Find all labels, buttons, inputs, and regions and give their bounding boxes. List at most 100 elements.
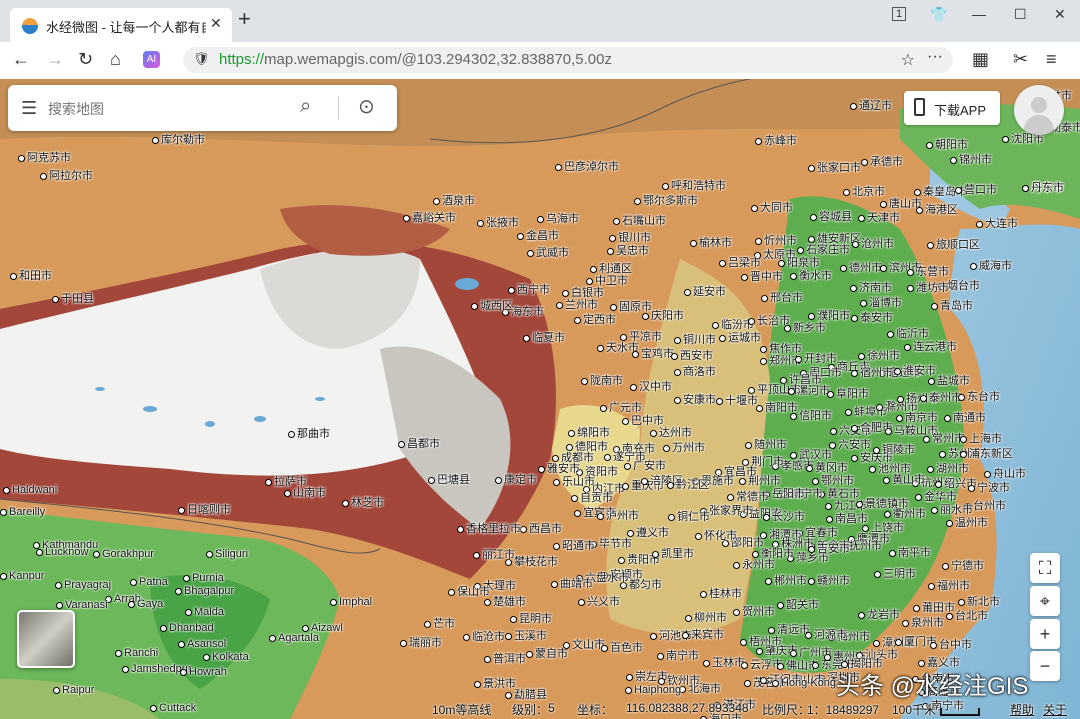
city-label[interactable]: 保山市 [448, 583, 490, 599]
city-label[interactable]: 淄博市 [860, 294, 902, 310]
city-label[interactable]: 昆明市 [510, 610, 552, 626]
city-label[interactable]: 桂林市 [700, 585, 742, 601]
city-label[interactable]: 韶关市 [777, 596, 819, 612]
city-label[interactable]: Gorakhpur [93, 548, 154, 560]
user-avatar[interactable] [1014, 85, 1064, 135]
city-label[interactable]: Purnia [183, 572, 224, 584]
city-label[interactable]: Dhanbad [160, 622, 214, 634]
city-label[interactable]: 连云港市 [904, 338, 957, 354]
city-label[interactable]: 衡水市 [790, 267, 832, 283]
city-label[interactable]: Bhagalpur [175, 585, 234, 597]
city-label[interactable]: 宁德市 [942, 557, 984, 573]
scissors-icon[interactable]: ✂ [1013, 49, 1028, 70]
city-label[interactable]: 郴州市 [765, 572, 807, 588]
city-label[interactable]: 岳阳市 [763, 485, 805, 501]
city-label[interactable]: 金华市 [915, 488, 957, 504]
city-label[interactable]: 赤峰市 [755, 132, 797, 148]
city-label[interactable]: 延安市 [684, 283, 726, 299]
city-label[interactable]: 邢台市 [761, 289, 803, 305]
city-label[interactable]: 清远市 [768, 621, 810, 637]
city-label[interactable]: 巴塘县 [428, 471, 470, 487]
city-label[interactable]: Bareilly [0, 506, 45, 518]
city-label[interactable]: 宝鸡市 [632, 345, 674, 361]
download-app-button[interactable]: 下载APP [904, 91, 1000, 125]
search-input[interactable] [46, 97, 290, 121]
city-label[interactable]: 六安市 [829, 436, 871, 452]
city-label[interactable]: 达州市 [650, 424, 692, 440]
city-label[interactable]: 天津市 [858, 209, 900, 225]
city-label[interactable]: 徐州市 [858, 347, 900, 363]
maximize-icon[interactable]: ☐ [1014, 6, 1027, 23]
city-label[interactable]: 台北市 [946, 607, 988, 623]
city-label[interactable]: 商洛市 [674, 363, 716, 379]
city-label[interactable]: 舟山市 [984, 465, 1026, 481]
tab-close-icon[interactable]: ✕ [210, 15, 222, 32]
city-label[interactable]: 南宁市 [657, 647, 699, 663]
city-label[interactable]: 中卫市 [586, 272, 628, 288]
city-label[interactable]: 来宾市 [682, 626, 724, 642]
city-label[interactable]: Haiphong [625, 684, 681, 696]
city-label[interactable]: 安康市 [674, 391, 716, 407]
city-label[interactable]: 巴彦淖尔市 [555, 158, 619, 174]
city-label[interactable]: 吉安市 [808, 540, 850, 556]
city-label[interactable]: Lucknow [36, 546, 88, 558]
city-label[interactable]: 百色市 [601, 639, 643, 655]
city-label[interactable]: 那曲市 [288, 425, 330, 441]
city-label[interactable]: 铜仁市 [668, 508, 710, 524]
city-label[interactable]: 张掖市 [477, 214, 519, 230]
city-label[interactable]: 临夏市 [523, 329, 565, 345]
city-label[interactable]: 信阳市 [790, 407, 832, 423]
city-label[interactable]: 丹东市 [1022, 179, 1064, 195]
city-label[interactable]: 凯里市 [652, 545, 694, 561]
url-text[interactable]: https://map.wemapgis.com/@103.294302,32.… [219, 51, 612, 68]
city-label[interactable]: 张家口市 [808, 159, 861, 175]
measure-tool-button[interactable]: ⛶ [1030, 553, 1060, 583]
search-icon[interactable]: ⌕ [300, 95, 311, 118]
city-label[interactable]: 锦州市 [950, 151, 992, 167]
city-label[interactable]: 南通市 [944, 409, 986, 425]
city-label[interactable]: Siliguri [206, 548, 248, 560]
city-label[interactable]: 上海市 [960, 430, 1002, 446]
city-label[interactable]: 十堰市 [716, 392, 758, 408]
city-label[interactable]: 嘉峪关市 [403, 209, 456, 225]
city-label[interactable]: 石嘴山市 [613, 212, 666, 228]
city-label[interactable]: 遂宁市 [604, 448, 646, 464]
city-label[interactable]: 承德市 [861, 153, 903, 169]
city-label[interactable]: Hong Kong [772, 677, 836, 689]
city-label[interactable]: 浦东新区 [960, 445, 1013, 461]
city-label[interactable]: 赣州市 [808, 572, 850, 588]
city-label[interactable]: Agartala [269, 632, 319, 644]
city-label[interactable]: 沧州市 [852, 235, 894, 251]
city-label[interactable]: 林芝市 [342, 494, 384, 510]
city-label[interactable]: 昭通市 [553, 537, 595, 553]
city-label[interactable]: 永州市 [733, 556, 775, 572]
city-label[interactable]: 长沙市 [763, 508, 805, 524]
city-label[interactable]: 阿拉尔市 [40, 167, 93, 183]
city-label[interactable]: 宁波市 [968, 479, 1010, 495]
city-label[interactable]: Malda [185, 606, 224, 618]
city-label[interactable]: Raipur [53, 684, 94, 696]
city-label[interactable]: 武威市 [527, 244, 569, 260]
menu-icon[interactable]: ≡ [1046, 49, 1057, 70]
city-label[interactable]: 芒市 [424, 615, 455, 631]
city-label[interactable]: 昌都市 [398, 435, 440, 451]
address-bar[interactable]: 🛡 https://map.wemapgis.com/@103.294302,3… [183, 47, 953, 73]
city-label[interactable]: 盐城市 [928, 372, 970, 388]
city-label[interactable]: Imphal [330, 596, 372, 608]
city-label[interactable]: 濮阳市 [808, 307, 850, 323]
city-label[interactable]: 日喀则市 [178, 501, 231, 517]
city-label[interactable]: Kanpur [0, 570, 44, 582]
city-label[interactable]: 泸州市 [597, 507, 639, 523]
city-label[interactable]: 玉溪市 [505, 627, 547, 643]
city-label[interactable]: 漯河市 [788, 382, 830, 398]
zoom-out-button[interactable]: − [1030, 651, 1060, 681]
locate-me-button[interactable]: ⌖ [1030, 586, 1060, 616]
zoom-in-button[interactable]: + [1030, 619, 1060, 649]
city-label[interactable]: Asansol [178, 638, 226, 650]
city-label[interactable]: 乌海市 [537, 210, 579, 226]
more-dots-icon[interactable]: ··· [927, 48, 943, 66]
city-label[interactable]: 榆林市 [690, 234, 732, 250]
city-label[interactable]: 黔江区 [667, 476, 709, 492]
city-label[interactable]: 丽江市 [473, 546, 515, 562]
ai-assistant-icon[interactable]: AI [143, 51, 160, 68]
